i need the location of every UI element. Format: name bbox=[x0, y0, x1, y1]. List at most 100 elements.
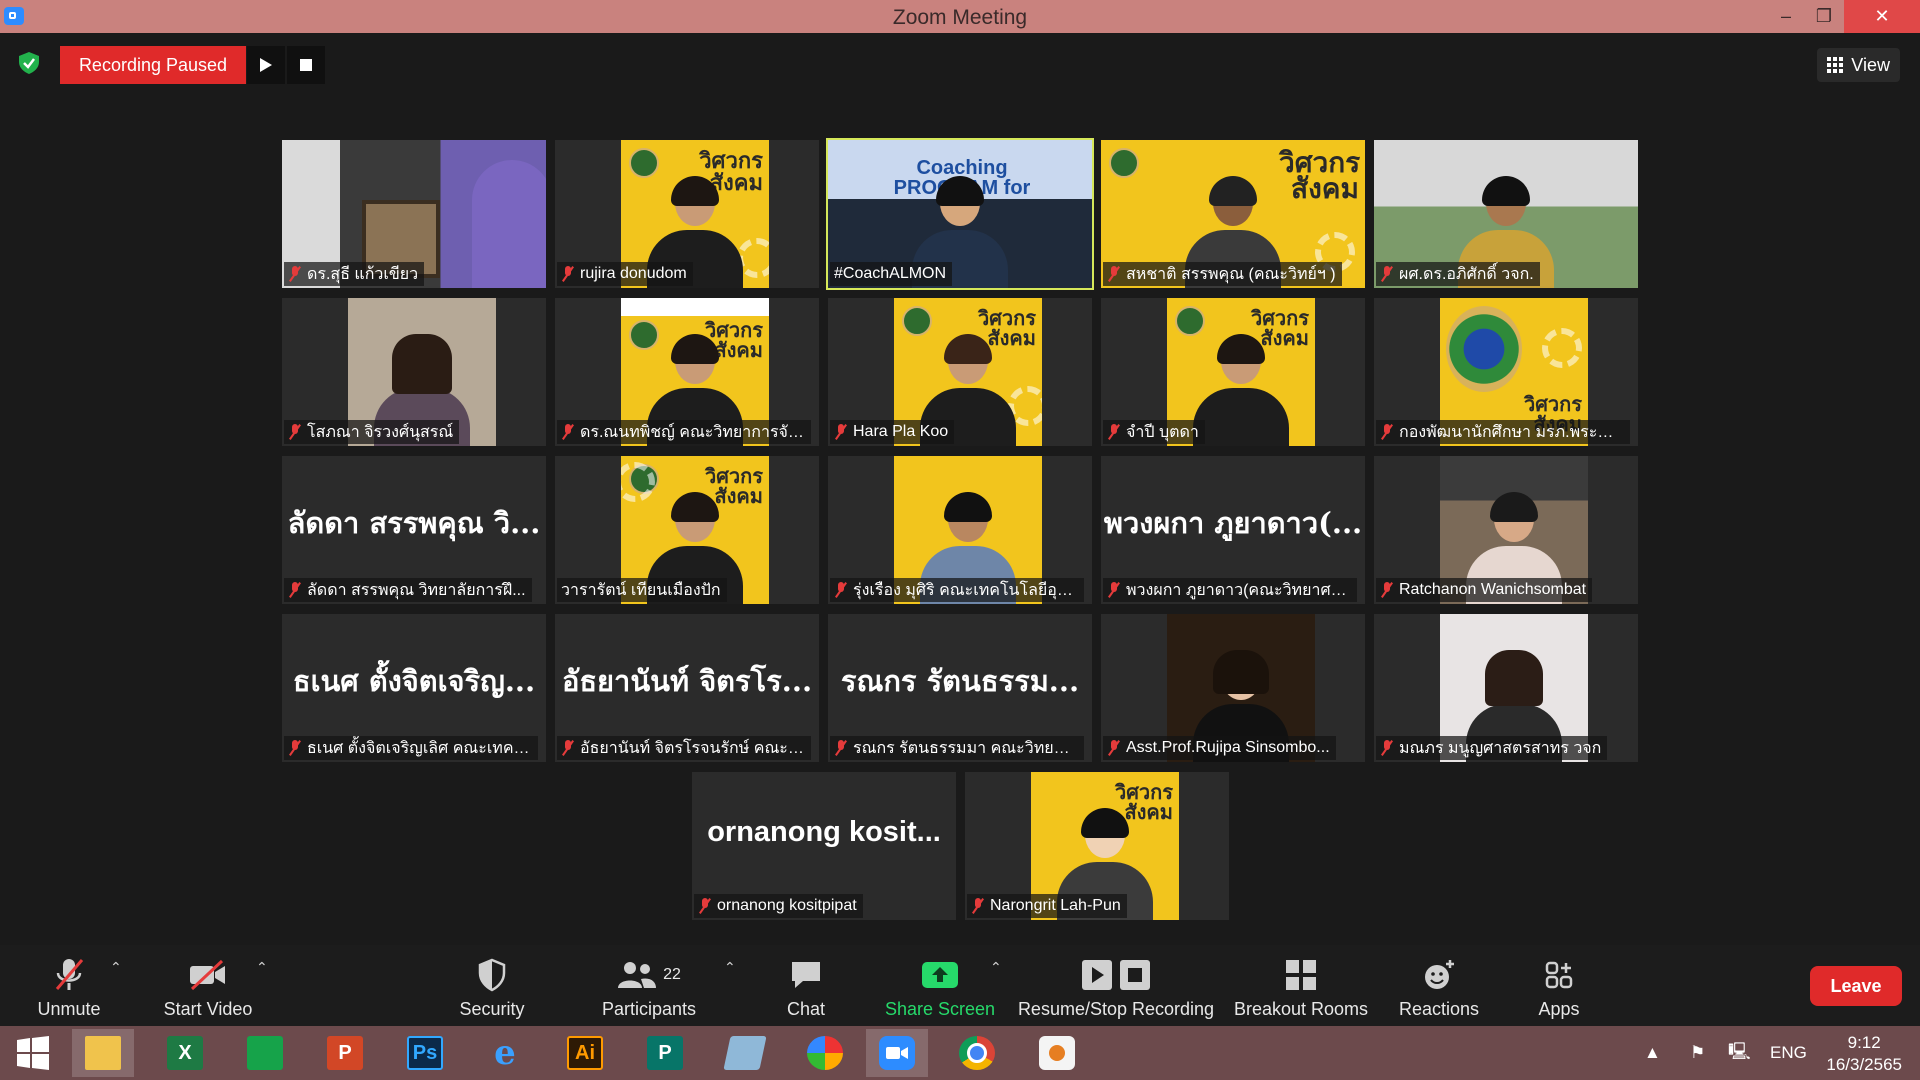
excel-icon: X bbox=[167, 1036, 203, 1070]
participant-tile[interactable]: Ratchanon Wanichsombat bbox=[1374, 456, 1638, 604]
participant-tile[interactable]: ornanong kosit... ornanong kositpipat bbox=[692, 772, 956, 920]
taskbar-internet-explorer[interactable]: e bbox=[474, 1029, 536, 1077]
system-clock[interactable]: 9:12 16/3/2565 bbox=[1826, 1032, 1902, 1076]
participant-name-label: Ratchanon Wanichsombat bbox=[1376, 578, 1593, 602]
video-options-caret[interactable]: ⌃ bbox=[256, 959, 268, 976]
taskbar-powerpoint[interactable]: P bbox=[314, 1029, 376, 1077]
mic-muted-icon bbox=[288, 424, 302, 440]
resume-recording-button[interactable] bbox=[247, 46, 285, 84]
participant-tile[interactable]: โสภณา จิรวงศ์นุสรณ์ bbox=[282, 298, 546, 446]
powerpoint-icon: P bbox=[327, 1036, 363, 1070]
title-bar: Zoom Meeting – ❐ ✕ bbox=[0, 0, 1920, 33]
taskbar-publisher[interactable]: P bbox=[634, 1029, 696, 1077]
participant-tile[interactable]: วิศวกรสังคม Narongrit Lah-Pun bbox=[965, 772, 1229, 920]
resume-stop-recording-button[interactable]: Resume/Stop Recording bbox=[1016, 945, 1216, 1026]
folder-icon bbox=[85, 1036, 121, 1070]
mic-muted-icon bbox=[1107, 266, 1121, 282]
language-indicator[interactable]: ENG bbox=[1770, 1026, 1807, 1080]
share-screen-button[interactable]: Share Screen bbox=[880, 945, 1000, 1026]
internet-explorer-icon: e bbox=[494, 1033, 516, 1073]
breakout-rooms-button[interactable]: Breakout Rooms bbox=[1228, 945, 1374, 1026]
taskbar-notes[interactable] bbox=[714, 1029, 776, 1077]
taskbar-photoshop[interactable]: Ps bbox=[394, 1029, 456, 1077]
participant-tile[interactable]: รณกร รัตนธรรม... รณกร รัตนธรรมมา คณะวิทย… bbox=[828, 614, 1092, 762]
start-video-button[interactable]: Start Video bbox=[156, 945, 260, 1026]
participant-tile[interactable]: มณภร มนูญศาสตรสาทร วจก bbox=[1374, 614, 1638, 762]
tray-overflow-icon[interactable]: ▲ bbox=[1644, 1026, 1661, 1080]
participants-button[interactable]: 22 Participants bbox=[596, 945, 702, 1026]
unmute-button[interactable]: Unmute bbox=[24, 945, 114, 1026]
participant-tile[interactable]: ลัดดา สรรพคุณ วิ... ลัดดา สรรพคุณ วิทยาล… bbox=[282, 456, 546, 604]
breakout-rooms-icon bbox=[1286, 960, 1316, 990]
participant-name-label: ดร.ณนทพิชญ์ คณะวิทยาการจัด... bbox=[557, 420, 811, 444]
taskbar-project[interactable] bbox=[234, 1029, 296, 1077]
participant-tile-active-speaker[interactable]: Coaching PROGRAM for Lecturer #CoachALMO… bbox=[826, 138, 1094, 290]
participant-name-label: รณกร รัตนธรรมมา คณะวิทยาศ... bbox=[830, 736, 1084, 760]
participant-tile[interactable]: ผศ.ดร.อภิศักดิ์ วจก. bbox=[1374, 140, 1638, 288]
zoom-icon bbox=[879, 1036, 915, 1070]
start-button[interactable] bbox=[2, 1029, 64, 1077]
participant-name-label: ลัดดา สรรพคุณ วิทยาลัยการฝึ... bbox=[284, 578, 532, 602]
mic-muted-icon bbox=[1107, 424, 1121, 440]
taskbar-chrome[interactable] bbox=[946, 1029, 1008, 1077]
participant-name-label: rujira donudom bbox=[557, 262, 693, 286]
participant-tile[interactable]: วิศวกรสังคม วารารัตน์ เทียนเมืองปัก bbox=[555, 456, 819, 604]
share-screen-icon bbox=[922, 962, 958, 988]
reactions-button[interactable]: Reactions bbox=[1394, 945, 1484, 1026]
mic-muted-icon bbox=[1107, 582, 1121, 598]
audio-options-caret[interactable]: ⌃ bbox=[110, 959, 122, 976]
stop-recording-button[interactable] bbox=[287, 46, 325, 84]
participant-tile[interactable]: วิศวกรสังคม Hara Pla Koo bbox=[828, 298, 1092, 446]
mic-muted-icon bbox=[834, 740, 848, 756]
mic-muted-icon bbox=[561, 424, 575, 440]
participants-count: 22 bbox=[663, 966, 681, 983]
participant-tile[interactable]: Asst.Prof.Rujipa Sinsombo... bbox=[1101, 614, 1365, 762]
view-button[interactable]: View bbox=[1817, 48, 1900, 82]
shield-check-icon[interactable] bbox=[18, 51, 40, 75]
chat-bubble-icon bbox=[792, 962, 820, 988]
taskbar-photoscape[interactable] bbox=[794, 1029, 856, 1077]
mic-muted-icon bbox=[561, 740, 575, 756]
taskbar-illustrator[interactable]: Ai bbox=[554, 1029, 616, 1077]
chat-button[interactable]: Chat bbox=[776, 945, 836, 1026]
taskbar-paint[interactable] bbox=[1026, 1029, 1088, 1077]
taskbar-excel[interactable]: X bbox=[154, 1029, 216, 1077]
participant-tile[interactable]: วิศวกรสังคม ดร.ณนทพิชญ์ คณะวิทยาการจัด..… bbox=[555, 298, 819, 446]
participant-tile[interactable]: วิศวกรสังคม สหชาติ สรรพคุณ (คณะวิทย์ฯ ) bbox=[1101, 140, 1365, 288]
apps-button[interactable]: Apps bbox=[1530, 945, 1588, 1026]
participant-display-name: อัธยานันท์ จิตรโร... bbox=[561, 664, 813, 698]
mic-muted-icon bbox=[288, 740, 302, 756]
mic-muted-icon bbox=[834, 582, 848, 598]
participant-tile[interactable]: วิศวกรสังคม rujira donudom bbox=[555, 140, 819, 288]
participant-tile[interactable]: พวงผกา ภูยาดาว(... พวงผกา ภูยาดาว(คณะวิท… bbox=[1101, 456, 1365, 604]
network-icon[interactable]: 🖳 bbox=[1728, 1026, 1751, 1080]
participant-tile[interactable]: รุ่งเรือง มุศิริ คณะเทคโนโลยีอุตส... bbox=[828, 456, 1092, 604]
share-options-caret[interactable]: ⌃ bbox=[990, 959, 1002, 976]
stop-icon bbox=[300, 59, 312, 71]
taskbar-zoom[interactable] bbox=[866, 1029, 928, 1077]
taskbar-file-explorer[interactable] bbox=[72, 1029, 134, 1077]
photoshop-icon: Ps bbox=[407, 1036, 443, 1070]
leave-button[interactable]: Leave bbox=[1810, 966, 1902, 1006]
participants-options-caret[interactable]: ⌃ bbox=[724, 959, 736, 976]
participant-tile[interactable]: วิศวกรสังคม จำปี บุตดา bbox=[1101, 298, 1365, 446]
minimize-button[interactable]: – bbox=[1766, 0, 1806, 33]
close-button[interactable]: ✕ bbox=[1844, 0, 1920, 33]
mic-muted-icon bbox=[561, 266, 575, 282]
window-title: Zoom Meeting bbox=[892, 6, 1028, 29]
grid-view-icon bbox=[1827, 57, 1844, 73]
action-center-flag-icon[interactable]: ⚑ bbox=[1690, 1026, 1705, 1080]
security-button[interactable]: Security bbox=[450, 945, 534, 1026]
maximize-button[interactable]: ❐ bbox=[1804, 0, 1844, 33]
participant-tile[interactable]: ธเนศ ตั้งจิตเจริญ... ธเนศ ตั้งจิตเจริญเล… bbox=[282, 614, 546, 762]
participant-name-label: โสภณา จิรวงศ์นุสรณ์ bbox=[284, 420, 460, 444]
participant-tile[interactable]: ดร.สุธี แก้วเขียว bbox=[282, 140, 546, 288]
shield-icon bbox=[478, 958, 506, 992]
windows-taskbar: X P Ps e Ai P ▲ ⚑ 🖳 ENG 9:12 16/3/2565 bbox=[0, 1026, 1920, 1080]
participant-name-label: ธเนศ ตั้งจิตเจริญเลิศ คณะเทคโน... bbox=[284, 736, 538, 760]
participant-name-label: พวงผกา ภูยาดาว(คณะวิทยาศา... bbox=[1103, 578, 1357, 602]
meeting-toolbar: Unmute ⌃ Start Video ⌃ Security 22 Parti… bbox=[0, 945, 1920, 1026]
participant-tile[interactable]: อัธยานันท์ จิตรโร... อัธยานันท์ จิตรโรจน… bbox=[555, 614, 819, 762]
participant-tile[interactable]: วิศวกรสังคม กองพัฒนานักศึกษา มรภ.พระนคร bbox=[1374, 298, 1638, 446]
participant-display-name: พวงผกา ภูยาดาว(... bbox=[1103, 506, 1363, 540]
